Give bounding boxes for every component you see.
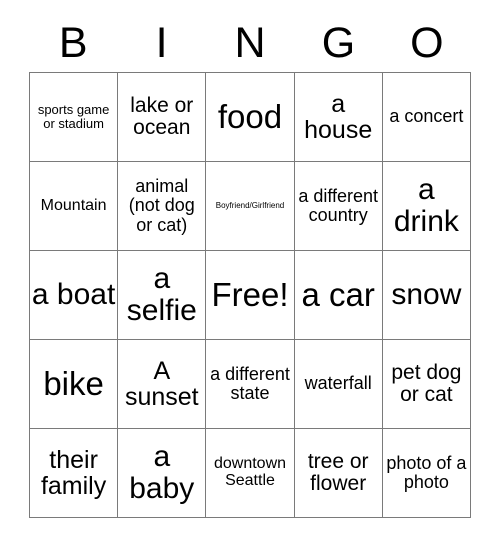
bingo-cell-label: downtown Seattle: [213, 455, 287, 489]
bingo-cell-i2[interactable]: animal (not dog or cat): [118, 162, 207, 251]
bingo-cell-label: a drink: [393, 173, 459, 238]
bingo-cell-label: a baby: [129, 440, 195, 505]
bingo-cell-label: A sunset: [124, 356, 199, 411]
bingo-cell-label: Mountain: [40, 196, 107, 214]
bingo-cell-label: lake or ocean: [130, 93, 194, 139]
bingo-cell-n2[interactable]: Boyfriend/Girlfriend: [206, 162, 295, 251]
bingo-cell-b5[interactable]: their family: [30, 429, 119, 518]
bingo-cell-label: a house: [304, 89, 373, 144]
bingo-cell-g5[interactable]: tree or flower: [294, 429, 383, 518]
bingo-cell-label: a car: [301, 275, 375, 313]
bingo-cell-g3[interactable]: a car: [294, 251, 383, 340]
bingo-header-letter-i: I: [155, 18, 168, 67]
bingo-grid: sports game or stadium lake or ocean foo…: [29, 72, 471, 518]
bingo-cell-n5[interactable]: downtown Seattle: [206, 429, 295, 518]
bingo-cell-g2[interactable]: a different country: [294, 162, 383, 251]
bingo-cell-i1[interactable]: lake or ocean: [118, 73, 207, 162]
bingo-free-space-label: Free!: [211, 275, 289, 313]
bingo-cell-i4[interactable]: A sunset: [118, 340, 207, 429]
bingo-cell-label: a different country: [298, 185, 379, 225]
bingo-cell-label: tree or flower: [307, 449, 369, 495]
bingo-header-letter-g: G: [321, 18, 356, 67]
bingo-cell-o1[interactable]: a concert: [382, 73, 471, 162]
bingo-cell-g4[interactable]: waterfall: [294, 340, 383, 429]
bingo-cell-label: Boyfriend/Girlfriend: [215, 200, 285, 210]
bingo-cell-label: their family: [40, 445, 107, 500]
bingo-cell-label: pet dog or cat: [391, 360, 462, 406]
bingo-cell-o5[interactable]: photo of a photo: [382, 429, 471, 518]
bingo-cell-o3[interactable]: snow: [382, 251, 471, 340]
bingo-cell-o4[interactable]: pet dog or cat: [382, 340, 471, 429]
bingo-header-letter-n: N: [234, 18, 266, 67]
bingo-cell-label: a boat: [31, 278, 116, 312]
bingo-cell-n1[interactable]: food: [206, 73, 295, 162]
bingo-cell-label: a different state: [210, 363, 290, 403]
bingo-cell-label: animal (not dog or cat): [128, 176, 195, 235]
bingo-cell-label: a concert: [389, 106, 464, 127]
bingo-cell-label: photo of a photo: [386, 452, 467, 492]
bingo-cell-g1[interactable]: a house: [294, 73, 383, 162]
bingo-cell-label: bike: [43, 364, 104, 402]
bingo-cell-label: snow: [391, 278, 462, 312]
bingo-card: B I N G O sports game or stadium lake or…: [29, 14, 471, 518]
bingo-header-row: B I N G O: [29, 14, 471, 72]
bingo-cell-i3[interactable]: a selfie: [118, 251, 207, 340]
bingo-cell-label: a selfie: [126, 262, 197, 327]
bingo-cell-b4[interactable]: bike: [30, 340, 119, 429]
bingo-cell-label: sports game or stadium: [37, 102, 110, 131]
bingo-cell-label: food: [217, 97, 283, 135]
bingo-cell-i5[interactable]: a baby: [118, 429, 207, 518]
bingo-cell-label: waterfall: [304, 373, 372, 394]
bingo-header-letter-o: O: [410, 18, 444, 67]
bingo-cell-n4[interactable]: a different state: [206, 340, 295, 429]
bingo-cell-b3[interactable]: a boat: [30, 251, 119, 340]
bingo-cell-o2[interactable]: a drink: [382, 162, 471, 251]
bingo-header-letter-b: B: [58, 18, 88, 67]
bingo-cell-free-space[interactable]: Free!: [206, 251, 295, 340]
bingo-cell-b1[interactable]: sports game or stadium: [30, 73, 119, 162]
bingo-cell-b2[interactable]: Mountain: [30, 162, 119, 251]
